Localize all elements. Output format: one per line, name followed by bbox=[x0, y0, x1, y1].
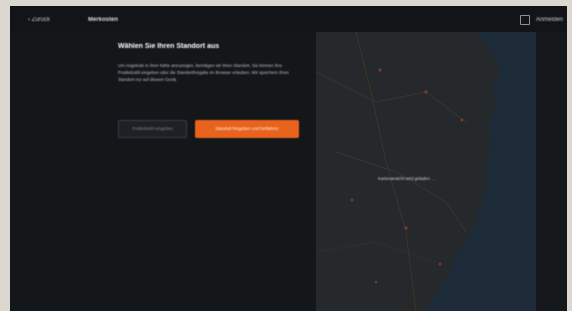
road bbox=[355, 32, 417, 311]
share-location-button[interactable]: Standort freigeben und fortfahren bbox=[195, 120, 299, 138]
language-icon[interactable] bbox=[519, 15, 530, 25]
action-buttons: Postleitzahl eingeben Standort freigeben… bbox=[118, 120, 299, 138]
login-button[interactable]: Anmelden bbox=[536, 15, 563, 25]
brand-logo[interactable]: Merkosten bbox=[88, 15, 118, 25]
city-marker bbox=[378, 68, 382, 72]
map-status-label: Kartenansicht wird geladen … bbox=[378, 176, 436, 181]
road bbox=[335, 151, 467, 233]
city-marker bbox=[424, 90, 428, 94]
app-window: ‹ Zurück Merkosten Anmelden Wählen Sie I… bbox=[10, 6, 567, 311]
road bbox=[316, 71, 467, 123]
map-view[interactable]: Kartenansicht wird geladen … bbox=[316, 32, 536, 311]
page-title: Wählen Sie Ihren Standort aus bbox=[118, 43, 220, 50]
city-marker bbox=[404, 226, 408, 230]
enter-postcode-button[interactable]: Postleitzahl eingeben bbox=[118, 120, 187, 138]
location-panel: Wählen Sie Ihren Standort aus Um Angebot… bbox=[118, 42, 306, 138]
right-nav: Anmelden bbox=[519, 14, 563, 26]
city-marker bbox=[460, 118, 464, 122]
side-strip bbox=[536, 32, 567, 311]
map-canvas bbox=[316, 32, 536, 311]
back-button[interactable]: ‹ Zurück bbox=[28, 15, 50, 25]
city-marker bbox=[350, 198, 354, 202]
top-bar: ‹ Zurück Merkosten Anmelden bbox=[10, 6, 567, 33]
road bbox=[316, 241, 437, 263]
city-marker bbox=[438, 262, 442, 266]
description-text: Um Angebote in Ihrer Nähe anzuzeigen, be… bbox=[118, 63, 289, 82]
ocean-shape bbox=[426, 32, 536, 311]
city-marker bbox=[374, 280, 378, 284]
